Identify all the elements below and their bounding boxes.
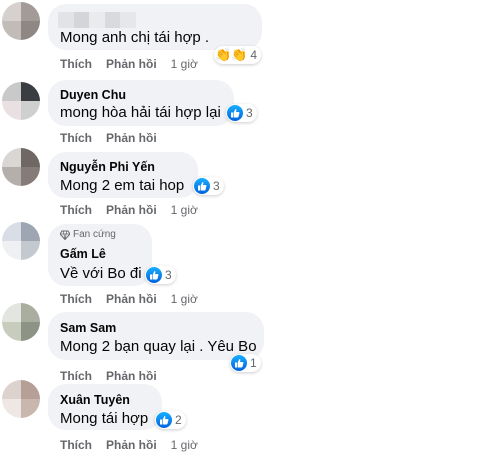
comment-bubble: Nguyễn Phi Yến Mong 2 em tai hop: [48, 152, 198, 198]
avatar-cell: [2, 241, 21, 260]
reply-link[interactable]: Phản hồi: [106, 203, 157, 217]
clap-icon: 👏👏: [215, 47, 248, 62]
avatar[interactable]: [2, 82, 40, 120]
avatar-cell: [21, 222, 40, 241]
comment-actions: Thích Phản hồi: [60, 369, 157, 383]
reply-link[interactable]: Phản hồi: [106, 438, 157, 452]
reaction-badge[interactable]: 1: [230, 354, 261, 372]
avatar-cell: [2, 82, 21, 101]
reaction-badge[interactable]: 👏👏 4: [214, 46, 262, 64]
avatar[interactable]: [2, 222, 40, 260]
like-icon: [227, 105, 243, 121]
avatar-cell: [21, 2, 40, 21]
comment-bubble: Sam Sam Mong 2 bạn quay lại . Yêu Bo: [48, 312, 264, 360]
comment-time[interactable]: 1 giờ: [171, 57, 198, 71]
avatar[interactable]: [2, 148, 40, 186]
reply-link[interactable]: Phản hồi: [106, 292, 157, 306]
avatar-cell: [21, 380, 40, 399]
comment-actions: Thích Phản hồi 1 giờ: [60, 203, 198, 217]
comment-text: Mong 2 em tai hop: [60, 177, 185, 194]
comment-actions: Thích Phản hồi 1 giờ: [60, 57, 198, 71]
redacted-name: [58, 12, 136, 28]
reply-link[interactable]: Phản hồi: [106, 57, 157, 71]
avatar-cell: [21, 303, 40, 322]
comment-actions: Thích Phản hồi 1 giờ: [60, 438, 198, 452]
comment-text: Mong 2 bạn quay lại . Yêu Bo: [60, 338, 257, 355]
like-link[interactable]: Thích: [60, 203, 92, 217]
avatar-cell: [21, 82, 40, 101]
fan-badge: Fan cứng: [59, 229, 116, 240]
avatar-cell: [21, 241, 40, 260]
comment-time[interactable]: 1 giờ: [171, 203, 198, 217]
avatar-cell: [21, 101, 40, 120]
comment-text: Mong anh chị tái hợp .: [60, 29, 210, 46]
comment-bubble: Fan cứng Gấm Lê Về với Bo đi: [48, 224, 152, 286]
reaction-badge[interactable]: 2: [155, 411, 186, 429]
reaction-count: 2: [175, 413, 182, 427]
comment-text: Về với Bo đi: [60, 265, 142, 282]
commenter-name[interactable]: Duyen Chu: [60, 88, 126, 102]
avatar-cell: [2, 148, 21, 167]
comment-time[interactable]: 1 giờ: [171, 292, 198, 306]
commenter-name[interactable]: Nguyễn Phi Yến: [60, 160, 155, 174]
reaction-badge[interactable]: 3: [193, 177, 224, 195]
reaction-count: 3: [213, 179, 220, 193]
comment-time[interactable]: 1 giờ: [171, 438, 198, 452]
fan-badge-label: Fan cứng: [73, 229, 116, 240]
avatar[interactable]: [2, 380, 40, 418]
avatar-cell: [21, 21, 40, 40]
comment-text: Mong tái hợp: [60, 410, 149, 427]
avatar-cell: [2, 21, 21, 40]
avatar-cell: [2, 380, 21, 399]
like-icon: [231, 355, 247, 371]
like-link[interactable]: Thích: [60, 369, 92, 383]
like-link[interactable]: Thích: [60, 131, 92, 145]
reaction-count: 3: [165, 268, 172, 282]
reaction-count: 4: [250, 48, 258, 62]
reaction-count: 3: [246, 106, 253, 120]
reply-link[interactable]: Phản hồi: [106, 131, 157, 145]
like-link[interactable]: Thích: [60, 292, 92, 306]
like-link[interactable]: Thích: [60, 438, 92, 452]
avatar-cell: [21, 167, 40, 186]
avatar-cell: [2, 167, 21, 186]
avatar[interactable]: [2, 2, 40, 40]
avatar-cell: [2, 101, 21, 120]
like-link[interactable]: Thích: [60, 57, 92, 71]
comment-actions: Thích Phản hồi: [60, 131, 157, 145]
avatar-cell: [2, 399, 21, 418]
like-icon: [146, 267, 162, 283]
commenter-name[interactable]: Gấm Lê: [60, 247, 106, 261]
comment-bubble: Duyen Chu mong hòa hải tái hợp lại: [48, 80, 234, 126]
comment-bubble: Mong anh chị tái hợp .: [48, 4, 262, 50]
avatar-cell: [21, 399, 40, 418]
like-icon: [194, 178, 210, 194]
comment-text: mong hòa hải tái hợp lại: [60, 104, 221, 121]
reaction-badge[interactable]: 3: [226, 104, 257, 122]
avatar-cell: [2, 2, 21, 21]
diamond-icon: [59, 230, 71, 240]
avatar-cell: [21, 148, 40, 167]
avatar-cell: [21, 322, 40, 341]
reaction-badge[interactable]: 3: [145, 266, 176, 284]
reaction-count: 1: [250, 356, 257, 370]
comment-actions: Thích Phản hồi 1 giờ: [60, 292, 198, 306]
commenter-name[interactable]: Sam Sam: [60, 321, 116, 335]
avatar-cell: [2, 222, 21, 241]
like-icon: [156, 412, 172, 428]
avatar[interactable]: [2, 303, 40, 341]
commenter-name[interactable]: Xuân Tuyên: [60, 393, 130, 407]
reply-link[interactable]: Phản hồi: [106, 369, 157, 383]
comment-bubble: Xuân Tuyên Mong tái hợp: [48, 384, 162, 430]
avatar-cell: [2, 303, 21, 322]
avatar-cell: [2, 322, 21, 341]
